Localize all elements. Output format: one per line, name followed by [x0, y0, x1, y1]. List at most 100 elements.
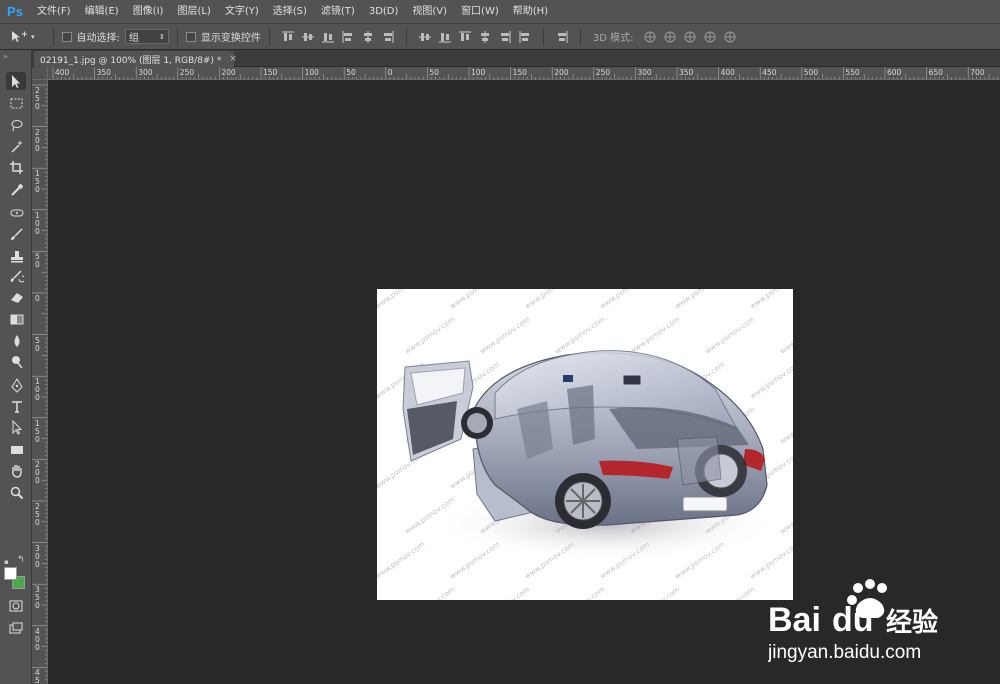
show-transform-checkbox[interactable] — [185, 31, 196, 42]
align-left-icon[interactable] — [341, 30, 355, 44]
spot-healing-tool-icon[interactable] — [6, 203, 26, 221]
divider — [52, 27, 54, 46]
rectangle-tool-icon[interactable] — [6, 440, 26, 458]
ruler-tick-label: 50 — [35, 335, 40, 353]
baidu-jingyan-watermark: Bai du 经验 jingyan.baidu.com — [767, 578, 988, 678]
ruler-tick-label: 150 — [35, 418, 40, 444]
distribute-top-icon[interactable] — [418, 30, 432, 44]
scale-3d-icon[interactable] — [723, 30, 737, 44]
distribute-hcenter-icon[interactable] — [498, 30, 512, 44]
menu-item[interactable]: 3D(D) — [362, 0, 406, 23]
collapse-icon[interactable]: » — [3, 52, 8, 61]
menu-item[interactable]: 编辑(E) — [78, 0, 126, 23]
auto-select-checkbox[interactable] — [61, 31, 72, 42]
brush-tool-icon[interactable] — [6, 225, 26, 243]
ruler-origin[interactable] — [32, 67, 48, 80]
horizontal-ruler[interactable]: 400 350 300 250 200 150 100 50 0 50 100 150 200 250 30… — [48, 67, 1000, 80]
quick-mask-icon[interactable] — [6, 597, 26, 615]
menu-item[interactable]: 图像(I) — [126, 0, 171, 23]
swap-colors-icon[interactable]: ↰ — [17, 555, 25, 565]
hand-tool-icon[interactable] — [6, 461, 26, 479]
menu-item[interactable]: 文字(Y) — [218, 0, 266, 23]
eyedropper-tool-icon[interactable] — [6, 180, 26, 198]
ruler-tick-label: 450 — [35, 668, 40, 684]
dodge-tool-icon[interactable] — [6, 352, 26, 370]
auto-select-dropdown[interactable]: 组 ⇕ — [124, 29, 169, 44]
foreground-color-swatch[interactable] — [4, 567, 17, 580]
menu-item[interactable]: 图层(L) — [170, 0, 217, 23]
align-top-icon[interactable] — [281, 30, 295, 44]
svg-text:www.psmov.com: www.psmov.com — [554, 585, 607, 600]
distribute-vcenter-icon[interactable] — [438, 30, 452, 44]
ruler-tick-label: 400 — [55, 68, 70, 77]
align-hcenter-icon[interactable] — [361, 30, 375, 44]
ruler-tick-label: 150 — [263, 68, 278, 77]
pan-3d-icon[interactable] — [683, 30, 697, 44]
menu-item[interactable]: 选择(S) — [266, 0, 314, 23]
svg-text:www.psmov.com: www.psmov.com — [779, 315, 793, 355]
distribute-bottom-icon[interactable] — [458, 30, 472, 44]
pen-tool-icon[interactable] — [6, 376, 26, 394]
eraser-tool-icon[interactable] — [6, 288, 26, 306]
ruler-tick-label: 350 — [679, 68, 694, 77]
jingyan-text: 经验 — [886, 607, 938, 638]
ruler-tick-label: 200 — [35, 460, 40, 486]
photoshop-logo: Ps — [7, 4, 23, 19]
distribute-left-icon[interactable] — [478, 30, 492, 44]
auto-align-icon[interactable] — [555, 30, 569, 44]
ruler-tick-label: 50 — [346, 68, 356, 77]
show-transform-label: 显示变换控件 — [200, 33, 261, 44]
vertical-ruler[interactable]: 250 200 150 100 50 0 50 100 150 200 250 300 350 400 45… — [32, 80, 48, 684]
roll-3d-icon[interactable] — [663, 30, 677, 44]
document-image[interactable]: www.psmov.com www.psmov.com www.psmov.com w… — [377, 289, 793, 600]
tools-panel: » ▪ ↰ — [0, 50, 32, 684]
ruler-tick-label: 400 — [720, 68, 735, 77]
menu-item[interactable]: 窗口(W) — [454, 0, 506, 23]
crop-tool-icon[interactable] — [6, 158, 26, 176]
menu-item[interactable]: 文件(F) — [30, 0, 78, 23]
zoom-tool-icon[interactable] — [6, 483, 26, 501]
svg-text:www.psmov.com: www.psmov.com — [599, 289, 652, 311]
move-tool-preset[interactable]: ▾ — [10, 30, 35, 44]
svg-text:www.psmov.com: www.psmov.com — [779, 495, 793, 535]
ruler-tick-label: 250 — [35, 86, 40, 111]
marquee-tool-icon[interactable] — [6, 94, 26, 112]
align-vcenter-icon[interactable] — [301, 30, 315, 44]
ruler-tick-label: 50 — [35, 252, 40, 270]
move-tool-icon[interactable] — [6, 72, 26, 90]
menu-item[interactable]: 帮助(H) — [506, 0, 555, 23]
lasso-tool-icon[interactable] — [6, 116, 26, 134]
clone-stamp-tool-icon[interactable] — [6, 247, 26, 265]
path-selection-tool-icon[interactable] — [6, 418, 26, 436]
align-right-icon[interactable] — [381, 30, 395, 44]
color-swatches[interactable] — [4, 567, 28, 593]
document-tab[interactable]: 02191_1.jpg @ 100% (图层 1, RGB/8#) * × — [34, 51, 237, 67]
slide-3d-icon[interactable] — [703, 30, 717, 44]
history-brush-tool-icon[interactable] — [6, 267, 26, 285]
ruler-tick-label: 250 — [595, 68, 611, 77]
divider — [176, 27, 178, 46]
menu-item[interactable]: 滤镜(T) — [314, 0, 362, 23]
car-cutaway-illustration: www.psmov.com www.psmov.com www.psmov.com w… — [377, 289, 793, 600]
menu-item[interactable]: 视图(V) — [405, 0, 454, 23]
document-tab-bar: 02191_1.jpg @ 100% (图层 1, RGB/8#) * × — [32, 50, 1000, 67]
screen-mode-icon[interactable] — [6, 619, 26, 637]
align-bottom-icon[interactable] — [321, 30, 335, 44]
default-colors-icon[interactable]: ▪ — [4, 558, 9, 566]
svg-text:www.psmov.com: www.psmov.com — [749, 360, 793, 400]
divider — [579, 27, 581, 46]
auto-select-label: 自动选择: — [76, 33, 120, 44]
orbit-3d-icon[interactable] — [643, 30, 657, 44]
ruler-tick-label: 400 — [35, 626, 40, 652]
close-icon[interactable]: × — [229, 54, 237, 64]
ruler-tick-label: 550 — [845, 68, 860, 77]
distribute-right-icon[interactable] — [518, 30, 532, 44]
svg-text:www.psmov.com: www.psmov.com — [524, 289, 577, 311]
blur-tool-icon[interactable] — [6, 331, 26, 349]
ruler-tick-label: 650 — [928, 68, 943, 77]
type-tool-icon[interactable] — [6, 397, 26, 415]
gradient-tool-icon[interactable] — [6, 310, 26, 328]
ruler-tick-label: 100 — [35, 377, 40, 403]
svg-text:www.psmov.com: www.psmov.com — [479, 585, 532, 600]
magic-wand-tool-icon[interactable] — [6, 137, 26, 155]
